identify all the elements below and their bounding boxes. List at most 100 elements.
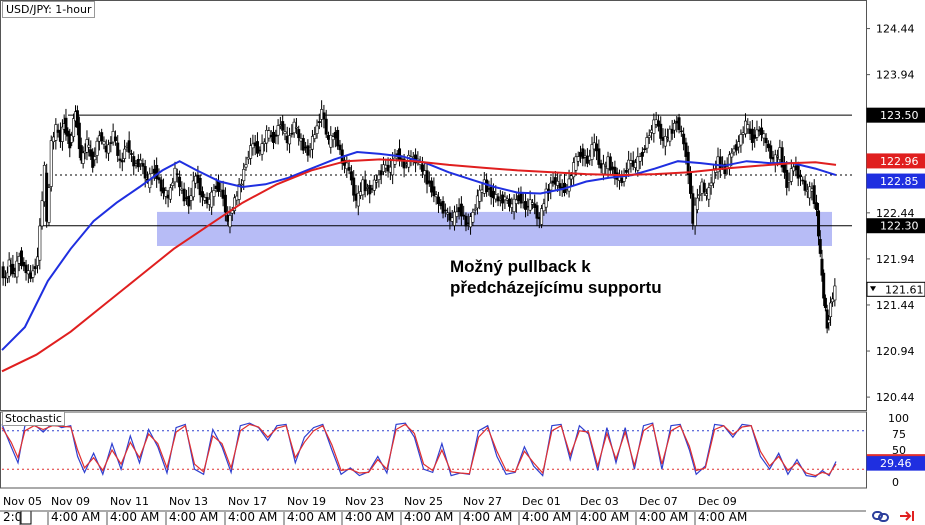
candle-body xyxy=(485,179,489,193)
candle-body xyxy=(739,134,743,146)
main-pane[interactable] xyxy=(0,0,867,411)
y-tick-label: 121.94 xyxy=(876,253,915,266)
stoch-y-tick-label: 0 xyxy=(892,476,899,489)
candle-body xyxy=(100,132,104,142)
price-tag-label: 122.96 xyxy=(880,155,919,168)
candle-body xyxy=(679,130,683,133)
candle-body xyxy=(228,215,232,228)
candle-body xyxy=(72,118,76,137)
candle-body xyxy=(38,225,42,261)
candle-body xyxy=(7,259,11,277)
chart-area[interactable]: 124.44 123.94 122.44 121.94 121.44 120.94 120.… xyxy=(0,0,925,525)
y-tick-label: 120.44 xyxy=(876,391,915,404)
candle-body xyxy=(281,121,285,131)
y-tick-label: 122.44 xyxy=(876,207,915,220)
candle-body xyxy=(398,148,402,161)
candle-body xyxy=(377,174,381,180)
x-time-label: 4:00 AM xyxy=(463,510,512,524)
candle-body xyxy=(352,177,356,196)
candle-body xyxy=(803,180,807,191)
candle-body xyxy=(640,151,644,157)
candle-body xyxy=(730,152,734,158)
x-time-label: 4:00 AM xyxy=(522,510,571,524)
candle-body xyxy=(638,156,642,162)
candle-body xyxy=(120,160,124,163)
candle-body xyxy=(175,173,179,176)
x-time-label: 4:00 AM xyxy=(287,510,336,524)
candle-body xyxy=(659,123,663,139)
candle-body xyxy=(471,212,475,223)
candle-body xyxy=(798,174,802,178)
candle-body xyxy=(336,129,340,147)
candle-body xyxy=(443,209,447,212)
candle-body xyxy=(239,183,243,186)
y-tick-label: 120.94 xyxy=(876,345,915,358)
candle-body xyxy=(47,187,51,223)
candle-body xyxy=(718,156,722,170)
candle-body xyxy=(695,197,699,210)
x-date-label: Nov 27 xyxy=(463,495,502,508)
x-date-label: Nov 25 xyxy=(404,495,443,508)
candle-body xyxy=(338,144,342,151)
candle-body xyxy=(322,112,326,120)
x-date-label: Nov 09 xyxy=(51,495,90,508)
candle-body xyxy=(827,319,831,323)
chart-annotation: Možný pullback k předcházejícímu support… xyxy=(450,257,662,297)
candle-body xyxy=(647,135,651,138)
x-date-label: Nov 19 xyxy=(287,495,326,508)
candle-body xyxy=(306,145,310,156)
candle-body xyxy=(317,121,321,123)
candle-body xyxy=(40,200,44,227)
candle-body xyxy=(682,133,686,145)
candle-body xyxy=(822,272,826,299)
x-date-label: Nov 13 xyxy=(169,495,208,508)
stochastic-pane[interactable] xyxy=(0,411,867,489)
candle-body xyxy=(567,178,571,192)
candle-body xyxy=(143,166,147,179)
candle-body xyxy=(178,176,182,188)
candle-body xyxy=(33,266,37,270)
candle-body xyxy=(576,156,580,162)
candle-body xyxy=(769,145,773,159)
price-tag-label: 122.85 xyxy=(880,175,919,188)
x-time-label: 4:00 AM xyxy=(228,510,277,524)
candle-body xyxy=(324,118,328,135)
x-time-label: 2:0 xyxy=(3,510,22,524)
candle-body xyxy=(434,194,438,198)
candle-body xyxy=(677,117,681,130)
candle-body xyxy=(441,201,445,214)
candle-body xyxy=(123,148,127,159)
candle-body xyxy=(313,134,317,139)
candle-body xyxy=(549,182,553,191)
candle-body xyxy=(93,156,97,161)
candle-body xyxy=(212,190,216,197)
candle-body xyxy=(823,297,827,308)
candle-body xyxy=(702,182,706,193)
price-tag-label: 122.30 xyxy=(880,220,919,233)
candle-body xyxy=(524,201,528,210)
candle-body xyxy=(200,191,204,198)
arrow-right-icon[interactable] xyxy=(900,511,914,521)
candle-body xyxy=(49,140,53,187)
candle-body xyxy=(698,194,702,196)
x-date-label: Dec 03 xyxy=(580,495,619,508)
candle-body xyxy=(833,285,837,301)
stoch-y-tick-label: 100 xyxy=(888,412,909,425)
stoch-y-tick-label: 75 xyxy=(892,428,906,441)
candle-body xyxy=(1,266,5,279)
candle-body xyxy=(113,136,117,142)
candle-body xyxy=(107,144,111,154)
y-tick-label: 123.94 xyxy=(876,69,915,82)
chain-link-icon[interactable] xyxy=(872,511,889,522)
candle-body xyxy=(764,137,768,144)
stoch-value-tag-label: 29.46 xyxy=(880,457,912,470)
candle-body xyxy=(535,205,539,219)
candle-body xyxy=(815,202,819,210)
footer-toolbar xyxy=(872,511,914,522)
x-time-label: 4:00 AM xyxy=(404,510,453,524)
candle-body xyxy=(528,199,532,211)
candle-body xyxy=(812,185,816,205)
candle-body xyxy=(141,163,145,167)
candle-body xyxy=(81,152,85,164)
candle-body xyxy=(746,124,750,130)
